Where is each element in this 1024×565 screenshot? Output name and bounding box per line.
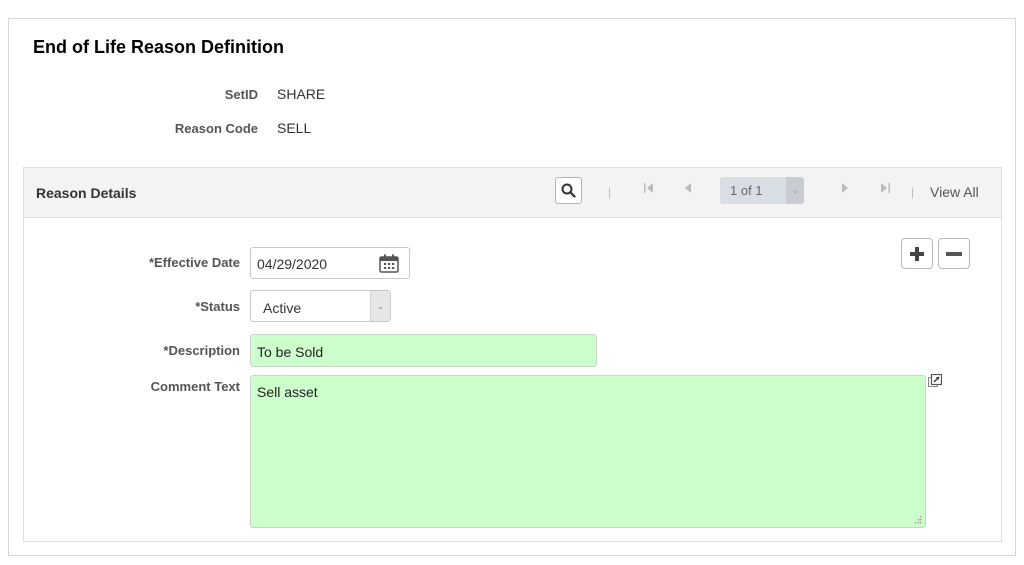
effective-date-label: *Effective Date	[148, 255, 240, 270]
status-select[interactable]: Active ⌄	[250, 290, 391, 322]
add-row-button[interactable]	[901, 238, 933, 269]
page-selector[interactable]: 1 of 1 ⌄	[720, 177, 804, 204]
delete-row-button[interactable]	[938, 238, 970, 269]
status-value: Active	[263, 300, 302, 316]
panel-title: Reason Details	[36, 185, 137, 201]
setid-label: SetID	[224, 87, 258, 102]
calendar-icon[interactable]	[379, 254, 399, 273]
status-label: *Status	[195, 299, 240, 314]
minus-icon	[946, 251, 962, 256]
comment-text-label: Comment Text	[150, 379, 240, 394]
nav-separator: |	[911, 185, 915, 199]
page-title: End of Life Reason Definition	[33, 37, 284, 57]
panel-header: Reason Details | 1 of 1 ⌄ | View All	[24, 168, 1001, 218]
reason-code-label: Reason Code	[174, 121, 258, 136]
effective-date-input[interactable]: 04/29/2020	[250, 247, 410, 279]
view-all-link[interactable]: View All	[930, 184, 979, 200]
find-button[interactable]	[555, 177, 582, 204]
expand-icon[interactable]	[928, 374, 942, 388]
setid-value: SHARE	[277, 86, 326, 102]
chevron-down-icon[interactable]: ⌄	[370, 291, 390, 321]
resize-grip-icon[interactable]	[914, 516, 922, 524]
next-icon[interactable]	[841, 182, 848, 197]
chevron-down-icon[interactable]: ⌄	[786, 177, 804, 204]
last-page-icon[interactable]	[880, 182, 890, 197]
description-value: To be Sold	[257, 344, 324, 360]
comment-text-area[interactable]: Sell asset	[250, 375, 926, 528]
reason-details-panel: Reason Details | 1 of 1 ⌄ | View All *Ef…	[23, 167, 1002, 542]
first-page-icon[interactable]	[644, 182, 654, 197]
description-input[interactable]: To be Sold	[250, 334, 597, 367]
search-icon	[561, 183, 576, 198]
description-label: *Description	[163, 343, 240, 358]
nav-separator: |	[608, 185, 612, 199]
reason-code-value: SELL	[277, 120, 312, 136]
page-indicator: 1 of 1	[730, 183, 763, 198]
effective-date-value: 04/29/2020	[257, 256, 328, 272]
previous-icon[interactable]	[685, 182, 692, 197]
comment-text-value: Sell asset	[257, 384, 318, 400]
plus-icon	[910, 246, 924, 261]
